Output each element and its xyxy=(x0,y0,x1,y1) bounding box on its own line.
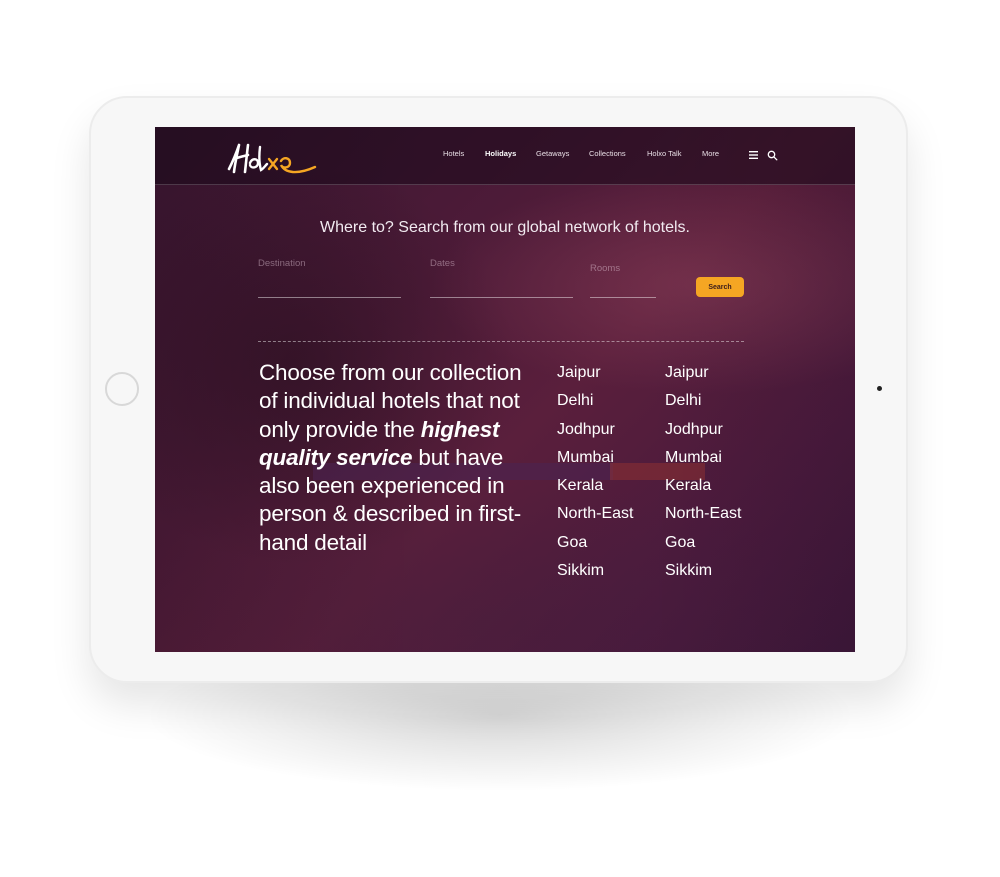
destination-label: Destination xyxy=(258,258,306,269)
city-link[interactable]: Jodhpur xyxy=(665,416,741,444)
city-link[interactable]: Mumbai xyxy=(557,444,633,472)
city-link[interactable]: Jaipur xyxy=(665,359,741,387)
nav-hotels[interactable]: Hotels xyxy=(443,149,464,158)
city-link[interactable]: North-East xyxy=(665,500,741,528)
dates-field[interactable]: Dates xyxy=(430,258,573,298)
rooms-label: Rooms xyxy=(590,263,621,274)
city-link[interactable]: North-East xyxy=(557,500,633,528)
rooms-field[interactable]: Rooms xyxy=(590,263,656,298)
destination-field[interactable]: Destination xyxy=(258,258,401,298)
hamburger-icon[interactable] xyxy=(749,150,759,160)
nav-more[interactable]: More xyxy=(702,149,719,158)
city-link[interactable]: Mumbai xyxy=(665,444,741,472)
city-list-1: Jaipur Delhi Jodhpur Mumbai Kerala North… xyxy=(557,359,633,585)
city-list-2: Jaipur Delhi Jodhpur Mumbai Kerala North… xyxy=(665,359,741,585)
section-divider xyxy=(258,341,744,342)
holxo-logo[interactable] xyxy=(225,139,320,177)
city-link[interactable]: Goa xyxy=(557,529,633,557)
city-link[interactable]: Jaipur xyxy=(557,359,633,387)
city-link[interactable]: Delhi xyxy=(557,387,633,415)
nav-holidays[interactable]: Holidays xyxy=(485,149,516,158)
tablet-screen: Hotels Holidays Getaways Collections Hol… xyxy=(155,127,855,652)
city-link[interactable]: Goa xyxy=(665,529,741,557)
city-link[interactable]: Delhi xyxy=(665,387,741,415)
search-icon[interactable] xyxy=(767,150,778,161)
nav-getaways[interactable]: Getaways xyxy=(536,149,569,158)
nav-collections[interactable]: Collections xyxy=(589,149,626,158)
site-header: Hotels Holidays Getaways Collections Hol… xyxy=(155,127,855,185)
city-link[interactable]: Jodhpur xyxy=(557,416,633,444)
city-link[interactable]: Kerala xyxy=(557,472,633,500)
tagline: Choose from our collection of individual… xyxy=(259,359,544,557)
front-camera xyxy=(877,386,882,391)
nav-holxo-talk[interactable]: Holxo Talk xyxy=(647,149,681,158)
home-button[interactable] xyxy=(105,372,139,406)
search-heading: Where to? Search from our global network… xyxy=(320,219,690,236)
city-link[interactable]: Kerala xyxy=(665,472,741,500)
city-link[interactable]: Sikkim xyxy=(665,557,741,585)
dates-label: Dates xyxy=(430,258,455,269)
city-link[interactable]: Sikkim xyxy=(557,557,633,585)
search-button[interactable]: Search xyxy=(696,277,744,297)
